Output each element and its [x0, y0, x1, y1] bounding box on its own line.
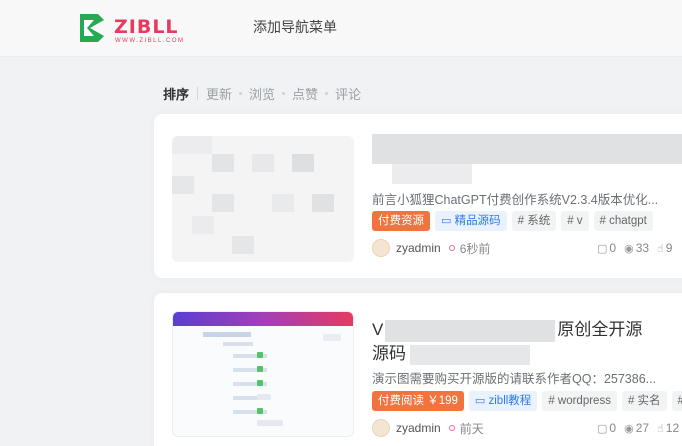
- like-count: ☝ 12: [657, 421, 679, 435]
- time-dot-icon: [448, 425, 455, 431]
- sort-option-updated[interactable]: 更新: [206, 84, 232, 103]
- post-excerpt: 前言小狐狸ChatGPT付费创作系统V2.3.4版本优化...: [372, 193, 659, 207]
- post-card[interactable]: 前言小狐狸ChatGPT付费创作系统V2.3.4版本优化... 付费资源 ▭ 精…: [154, 114, 682, 278]
- comment-count: ▢ 0: [597, 241, 616, 255]
- thumbs-up-icon: ☝: [657, 242, 664, 255]
- eye-icon: ◉: [624, 422, 634, 435]
- post-title-line2-text: 源码: [372, 344, 406, 363]
- eye-icon: ◉: [624, 242, 634, 255]
- post-excerpt: 演示图需要购买开源版的请联系作者QQ：257386...: [372, 372, 657, 386]
- sort-option-views[interactable]: 浏览: [249, 84, 275, 103]
- site-logo[interactable]: ZIBLL WWW.ZIBLL.COM: [78, 12, 198, 46]
- sort-option-likes[interactable]: 点赞: [292, 84, 318, 103]
- post-thumbnail[interactable]: [172, 311, 354, 437]
- post-tags: 付费阅读 ￥199 ▭ zibll教程 # wordpress # 实名 #: [372, 391, 682, 411]
- paid-tag[interactable]: 付费资源: [372, 211, 430, 231]
- keyword-tag[interactable]: # v: [561, 211, 589, 231]
- logo-subtitle: WWW.ZIBLL.COM: [115, 38, 185, 44]
- sort-dot: [325, 92, 329, 95]
- post-tags: 付费资源 ▭ 精品源码 # 系统 # v # chatgpt: [372, 211, 653, 231]
- post-time: 6秒前: [459, 241, 491, 256]
- category-tag-label: 精品源码: [454, 215, 501, 227]
- comment-count-value: 0: [609, 241, 617, 255]
- keyword-tag[interactable]: # chatgpt: [593, 211, 653, 231]
- keyword-tag[interactable]: # wordpress: [542, 391, 617, 411]
- thumbnail-gradient-bar: [173, 312, 353, 326]
- keyword-tag[interactable]: #: [671, 391, 682, 411]
- paid-read-tag[interactable]: 付费阅读 ￥199: [372, 391, 464, 411]
- post-card[interactable]: V 原创全开源 源码 演示图需要购买开源版的请联系作者QQ：257386... 付…: [154, 293, 682, 446]
- time-dot-icon: [448, 245, 455, 251]
- title-redaction-block: [410, 344, 530, 365]
- sort-label: 排序: [163, 87, 190, 102]
- sort-dot: [239, 92, 243, 95]
- comment-count-value: 0: [609, 421, 617, 435]
- post-meta: zyadmin 前天: [372, 419, 484, 437]
- avatar[interactable]: [372, 419, 390, 437]
- comment-icon: ▢: [597, 242, 608, 255]
- post-stats: ▢ 0 ◉ 33 ☝ 9: [597, 241, 672, 255]
- sort-bar: 排序 更新 浏览 点赞 评论: [163, 84, 361, 103]
- post-title-suffix: 原创全开源: [557, 320, 643, 339]
- folder-icon: ▭: [441, 215, 452, 227]
- post-meta: zyadmin 6秒前: [372, 239, 490, 257]
- sort-dot: [282, 92, 286, 95]
- sort-divider: [197, 87, 199, 100]
- category-tag-label: zibll教程: [488, 395, 532, 407]
- keyword-tag[interactable]: # 实名: [621, 391, 667, 411]
- thumbs-up-icon: ☝: [657, 422, 664, 435]
- category-tag[interactable]: ▭ 精品源码: [435, 211, 507, 231]
- like-count-value: 9: [665, 241, 673, 255]
- post-title-line2[interactable]: 源码: [372, 339, 530, 365]
- folder-icon: ▭: [474, 395, 486, 407]
- post-title-prefix: V: [372, 320, 384, 339]
- post-title[interactable]: V 原创全开源: [372, 315, 682, 342]
- like-count-value: 12: [665, 421, 680, 435]
- avatar[interactable]: [372, 239, 390, 257]
- post-title-blurred: [392, 164, 472, 184]
- view-count: ◉ 27: [624, 421, 649, 435]
- nav-menu-item[interactable]: 添加导航菜单: [253, 17, 337, 37]
- author-name[interactable]: zyadmin: [396, 241, 441, 255]
- comment-count: ▢ 0: [597, 421, 616, 435]
- sort-option-comments[interactable]: 评论: [335, 84, 361, 103]
- like-count: ☝ 9: [657, 241, 672, 255]
- post-time: 前天: [459, 421, 484, 436]
- category-tag[interactable]: ▭ zibll教程: [468, 391, 538, 411]
- author-name[interactable]: zyadmin: [396, 421, 441, 435]
- view-count: ◉ 33: [624, 241, 649, 255]
- site-header: ZIBLL WWW.ZIBLL.COM 添加导航菜单: [0, 0, 682, 57]
- post-thumbnail-blurred[interactable]: [172, 136, 354, 262]
- post-title-blurred[interactable]: [372, 134, 682, 164]
- post-stats: ▢ 0 ◉ 27 ☝ 12: [597, 421, 679, 435]
- view-count-value: 33: [635, 241, 650, 255]
- logo-text: ZIBLL: [114, 16, 179, 38]
- keyword-tag[interactable]: # 系统: [511, 211, 557, 231]
- zibll-logo-icon: [80, 14, 104, 42]
- comment-icon: ▢: [597, 422, 608, 435]
- view-count-value: 27: [635, 421, 650, 435]
